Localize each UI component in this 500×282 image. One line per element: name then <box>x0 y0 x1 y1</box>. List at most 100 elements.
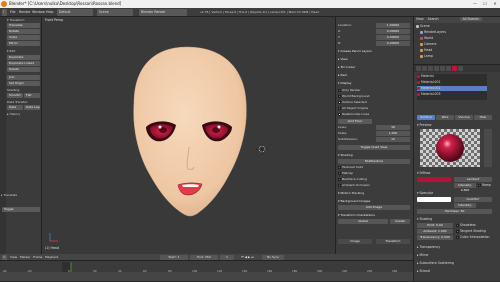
operator-panel-header[interactable]: ▸ Translate <box>1 193 34 197</box>
end-frame-field[interactable]: End: 250 <box>190 255 218 260</box>
sync-mode-selector[interactable]: No Sync <box>262 255 284 260</box>
join-button[interactable]: Join <box>7 75 40 80</box>
duplicate-linked-button[interactable]: Duplicate Linked <box>7 61 40 66</box>
timeline-playback-menu[interactable]: Playback <box>44 255 59 260</box>
flat-button[interactable]: Flat <box>24 93 40 98</box>
duplicate-button[interactable]: Duplicate <box>7 55 40 60</box>
translucency-field[interactable]: Translucency: 0.000 <box>417 235 453 240</box>
diffuse-color-swatch[interactable] <box>417 177 451 182</box>
maximize-button[interactable]: ☐ <box>480 0 490 8</box>
edit-header[interactable]: ▾ Edit <box>7 49 40 53</box>
viewport-canvas[interactable] <box>42 17 335 254</box>
set-origin-button[interactable]: Set Origin <box>7 81 40 86</box>
hardness-field[interactable]: Hardness: 50 <box>417 209 492 214</box>
backface-culling-check[interactable]: Backface Culling <box>338 177 412 182</box>
tangent-shading-check[interactable]: Tangent Shading <box>456 229 486 234</box>
world-tab-icon[interactable] <box>434 66 439 71</box>
specular-header[interactable]: ▾ Specular <box>417 191 433 196</box>
layout-selector[interactable]: Default <box>57 9 93 16</box>
timeline-view-menu[interactable]: View <box>9 255 18 260</box>
transform-panel-button[interactable]: Transform <box>376 239 410 244</box>
image-panel-button[interactable]: Image <box>338 239 372 244</box>
material-shading-header[interactable]: ▾ Shading <box>417 217 432 222</box>
operator-toggle-field[interactable]: Toggle <box>2 207 40 212</box>
material-slot[interactable]: Material.003 <box>417 92 440 97</box>
toggle-quad-view-button[interactable]: Toggle Quad View <box>338 145 410 150</box>
preview-header[interactable]: ▾ Preview <box>417 123 432 128</box>
smooth-button[interactable]: Smooth <box>7 93 23 98</box>
material-slot[interactable]: Material.001 <box>417 80 440 85</box>
outliner-item[interactable]: Camera <box>420 42 437 47</box>
texture-tab-icon[interactable] <box>458 66 463 71</box>
menu-file[interactable]: File <box>9 9 17 16</box>
display-header[interactable]: ▾ Display <box>338 81 412 86</box>
outliner-item[interactable]: Scene <box>416 24 430 29</box>
halo-button[interactable]: Halo <box>474 115 492 120</box>
outliner-item[interactable]: Head <box>420 48 432 53</box>
only-render-check[interactable]: Only Render <box>338 88 412 93</box>
grid-scale-field[interactable]: 1.000 <box>376 131 410 136</box>
outliner-item[interactable]: World <box>420 36 433 41</box>
material-tab-icon[interactable] <box>452 66 457 71</box>
transform-header[interactable]: ▾ Transform <box>7 18 40 22</box>
z-field[interactable]: 0.00000 <box>376 41 410 46</box>
diffuse-intensity-field[interactable]: Intensity: 0.800 <box>454 183 476 192</box>
location-value[interactable]: 1.00000 <box>376 23 410 28</box>
diffuse-shader-selector[interactable]: Lambert <box>454 177 492 182</box>
specular-color-swatch[interactable] <box>417 197 451 202</box>
motion-tracking-header[interactable]: ▾ Motion Tracking <box>338 191 412 196</box>
render-engine-selector[interactable]: Blender Render <box>139 9 187 16</box>
data-button[interactable]: Data <box>7 105 23 110</box>
timeline-marker-menu[interactable]: Marker <box>19 255 31 260</box>
sss-header[interactable]: ▸ Subsurface Scattering <box>417 261 454 266</box>
grid-floor-button[interactable]: Grid Floor <box>338 119 372 124</box>
grid-lines-field[interactable]: 16 <box>376 125 410 130</box>
translate-button[interactable]: Translate <box>7 23 40 28</box>
scale-button[interactable]: Scale <box>7 35 40 40</box>
menu-render[interactable]: Render <box>18 9 32 16</box>
ambient-occlusion-check[interactable]: Ambient Occlusion <box>338 183 412 188</box>
volume-button[interactable]: Volume <box>455 115 473 120</box>
item-header[interactable]: ▸ Item <box>338 73 412 78</box>
surface-button[interactable]: Surface <box>417 115 435 120</box>
delete-button[interactable]: Delete <box>7 67 40 72</box>
minimize-button[interactable]: — <box>470 0 480 8</box>
render-tab-icon[interactable] <box>416 66 421 71</box>
material-slot[interactable]: Material <box>417 74 434 79</box>
shading-mode-selector[interactable]: Multitexture <box>338 159 410 164</box>
outliner-view-menu[interactable]: View <box>416 17 424 21</box>
rotate-button[interactable]: Rotate <box>7 29 40 34</box>
world-background-check[interactable]: World Background <box>338 94 412 99</box>
outliner-search-menu[interactable]: Search <box>428 17 439 21</box>
data-layout-button[interactable]: Data Layout <box>24 105 40 110</box>
x-field[interactable]: 0.00000 <box>376 29 410 34</box>
current-frame-field[interactable]: 1 <box>220 255 234 260</box>
preview-type-strip[interactable] <box>484 129 492 167</box>
relationship-lines-check[interactable]: Relationship Lines <box>338 112 412 117</box>
3d-viewport[interactable]: Front Persp (1) Head <box>42 17 335 254</box>
playback-controls[interactable]: ⏮ ◀ ▶ ⏭ <box>240 255 255 260</box>
menu-window[interactable]: Window <box>31 9 46 16</box>
layers-tab-icon[interactable] <box>422 66 427 71</box>
textured-solid-check[interactable]: Textured Solid <box>338 165 412 170</box>
timeline-editor-icon[interactable]: ⏱ <box>2 255 7 260</box>
material-slot-active[interactable]: Material.002 <box>417 86 487 91</box>
y-field[interactable]: 0.00000 <box>376 35 410 40</box>
3d-cursor-header[interactable]: ▸ 3D Cursor <box>338 65 412 70</box>
strand-header[interactable]: ▸ Strand <box>417 269 430 274</box>
editor-type-icon[interactable]: i <box>2 9 7 16</box>
grease-pencil-header[interactable]: ▾ Grease Pencil Layers <box>338 49 412 54</box>
create-orientation-button[interactable]: Create <box>390 219 410 224</box>
scene-selector[interactable]: Scene <box>97 9 133 16</box>
outliner-item[interactable]: RenderLayers <box>420 30 446 35</box>
orientation-selector[interactable]: Global <box>338 219 388 224</box>
history-header[interactable]: ▸ History <box>7 112 40 116</box>
outliner-item[interactable]: Lamp <box>420 54 433 59</box>
grid-subdiv-field[interactable]: 10 <box>376 137 410 142</box>
transform-orientations-header[interactable]: ▾ Transform Orientations <box>338 213 412 218</box>
specular-shader-selector[interactable]: CookTorr <box>454 197 492 202</box>
mirror-header[interactable]: ▸ Mirror <box>417 253 429 258</box>
add-image-button[interactable]: Add Image <box>338 205 410 210</box>
outline-selected-check[interactable]: Outline Selected <box>338 100 412 105</box>
ambient-field[interactable]: Ambient: 1.000 <box>417 229 453 234</box>
